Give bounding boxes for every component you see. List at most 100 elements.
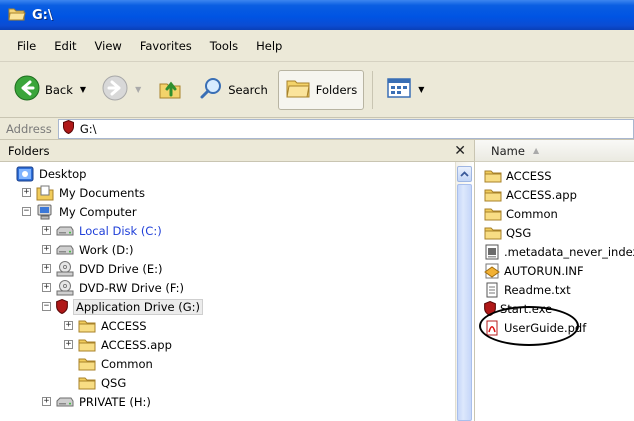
- search-icon: [199, 76, 223, 103]
- file-item[interactable]: AUTORUN.INF: [484, 261, 584, 280]
- tree-item[interactable]: + DVD-RW Drive (F:): [42, 278, 184, 297]
- tree-item-label: DVD Drive (E:): [79, 261, 163, 276]
- toolbar: Back ▼ ▼ Search Folders ▼: [0, 62, 634, 118]
- expand-icon[interactable]: +: [22, 188, 31, 197]
- folders-pane: Folders ✕ Desktop + My Documents − My Comput…: [0, 140, 474, 421]
- folder-icon: [78, 357, 96, 371]
- hard-disk-icon: [56, 244, 74, 256]
- file-item[interactable]: Common: [484, 204, 558, 223]
- expand-icon[interactable]: +: [64, 340, 73, 349]
- collapse-icon[interactable]: −: [22, 207, 31, 216]
- scroll-thumb[interactable]: [457, 184, 472, 421]
- expand-icon[interactable]: +: [42, 226, 51, 235]
- tree-item-label: Common: [101, 356, 153, 371]
- menu-view[interactable]: View: [86, 39, 131, 53]
- vertical-scrollbar[interactable]: [455, 162, 472, 421]
- search-button[interactable]: Search: [193, 70, 274, 110]
- tree-item-label: DVD-RW Drive (F:): [79, 280, 184, 295]
- file-item[interactable]: QSG: [484, 223, 531, 242]
- up-folder-button[interactable]: [151, 70, 189, 110]
- menu-tools[interactable]: Tools: [201, 39, 247, 53]
- folders-button[interactable]: Folders: [277, 69, 365, 110]
- tree-item[interactable]: + My Documents: [22, 183, 145, 202]
- menu-favorites[interactable]: Favorites: [131, 39, 201, 53]
- expand-icon[interactable]: +: [42, 264, 51, 273]
- back-dropdown-icon[interactable]: ▼: [80, 85, 86, 94]
- file-item[interactable]: .metadata_never_index: [484, 242, 634, 261]
- menu-edit[interactable]: Edit: [45, 39, 85, 53]
- sort-ascending-icon: ▲: [532, 146, 540, 155]
- tree-item[interactable]: + ACCESS: [64, 316, 147, 335]
- tree-item[interactable]: + ACCESS.app: [64, 335, 172, 354]
- file-name: QSG: [506, 225, 532, 240]
- tree-item[interactable]: + PRIVATE (H:): [42, 392, 151, 411]
- hard-disk-icon: [56, 396, 74, 408]
- tree-item-label: ACCESS: [101, 318, 147, 333]
- highlight-circle: [479, 306, 579, 346]
- scroll-up-button[interactable]: [457, 166, 472, 182]
- file-name: ACCESS: [506, 168, 552, 183]
- tree-item-label: ACCESS.app: [101, 337, 172, 352]
- file-name: .metadata_never_index: [504, 244, 634, 259]
- menu-file[interactable]: File: [8, 39, 45, 53]
- hard-disk-icon: [56, 225, 74, 237]
- folders-icon: [285, 77, 311, 102]
- folder-icon: [78, 319, 96, 333]
- tree-item[interactable]: QSG: [64, 373, 126, 392]
- tree-item-label: My Computer: [59, 204, 137, 219]
- tree-item-label: My Documents: [59, 185, 145, 200]
- tree-item[interactable]: Common: [64, 354, 153, 373]
- dvd-drive-icon: [56, 279, 74, 296]
- address-field[interactable]: G:\: [57, 118, 634, 139]
- tree-item[interactable]: − Application Drive (G:): [42, 297, 203, 316]
- tree-item[interactable]: + DVD Drive (E:): [42, 259, 162, 278]
- views-button[interactable]: ▼: [381, 70, 430, 110]
- folder-icon: [484, 207, 502, 221]
- files-pane: Name ▲ ACCESS ACCESS.app Common QSG .metadat…: [474, 140, 634, 421]
- folder-icon: [78, 376, 96, 390]
- tree-item[interactable]: − My Computer: [22, 202, 137, 221]
- expand-icon[interactable]: +: [42, 245, 51, 254]
- autorun-icon: [484, 263, 500, 279]
- my-computer-icon: [36, 204, 54, 220]
- close-icon[interactable]: ✕: [454, 143, 466, 159]
- file-name: Common: [506, 206, 558, 221]
- tree-item-label: Local Disk (C:): [79, 223, 162, 238]
- views-icon: [387, 78, 412, 101]
- expand-icon[interactable]: +: [42, 283, 51, 292]
- tree-item[interactable]: + Local Disk (C:): [42, 221, 162, 240]
- file-item[interactable]: Readme.txt: [484, 280, 571, 299]
- up-folder-icon: [157, 75, 183, 104]
- file-item[interactable]: ACCESS.app: [484, 185, 577, 204]
- folder-open-icon: [8, 6, 26, 24]
- tree-item[interactable]: + Work (D:): [42, 240, 133, 259]
- menu-help[interactable]: Help: [247, 39, 291, 53]
- address-label: Address: [6, 121, 52, 136]
- collapse-icon[interactable]: −: [42, 302, 51, 311]
- text-file-icon: [484, 282, 500, 298]
- expand-icon[interactable]: +: [64, 321, 73, 330]
- back-button[interactable]: Back ▼: [8, 70, 92, 110]
- desktop-icon: [16, 166, 34, 182]
- views-dropdown-icon[interactable]: ▼: [418, 85, 424, 94]
- tree-item-label: Desktop: [39, 166, 87, 181]
- name-column-header[interactable]: Name ▲: [475, 140, 634, 162]
- forward-dropdown-icon[interactable]: ▼: [135, 85, 141, 94]
- folders-label: Folders: [315, 82, 358, 97]
- forward-button[interactable]: ▼: [96, 70, 147, 110]
- search-label: Search: [228, 82, 268, 97]
- folder-icon: [484, 169, 502, 183]
- menu-bar: File Edit View Favorites Tools Help: [0, 30, 634, 62]
- file-item[interactable]: ACCESS: [484, 166, 552, 185]
- folders-pane-title: Folders: [8, 143, 50, 158]
- my-documents-icon: [36, 185, 54, 201]
- address-bar: Address G:\: [0, 118, 634, 140]
- expand-icon[interactable]: +: [42, 397, 51, 406]
- shield-icon: [56, 299, 68, 314]
- toolbar-separator: [372, 70, 374, 109]
- tree-item[interactable]: Desktop: [16, 164, 86, 183]
- tree-item-label: Application Drive (G:): [73, 298, 203, 315]
- back-arrow-icon: [14, 75, 40, 104]
- back-label: Back: [45, 82, 73, 97]
